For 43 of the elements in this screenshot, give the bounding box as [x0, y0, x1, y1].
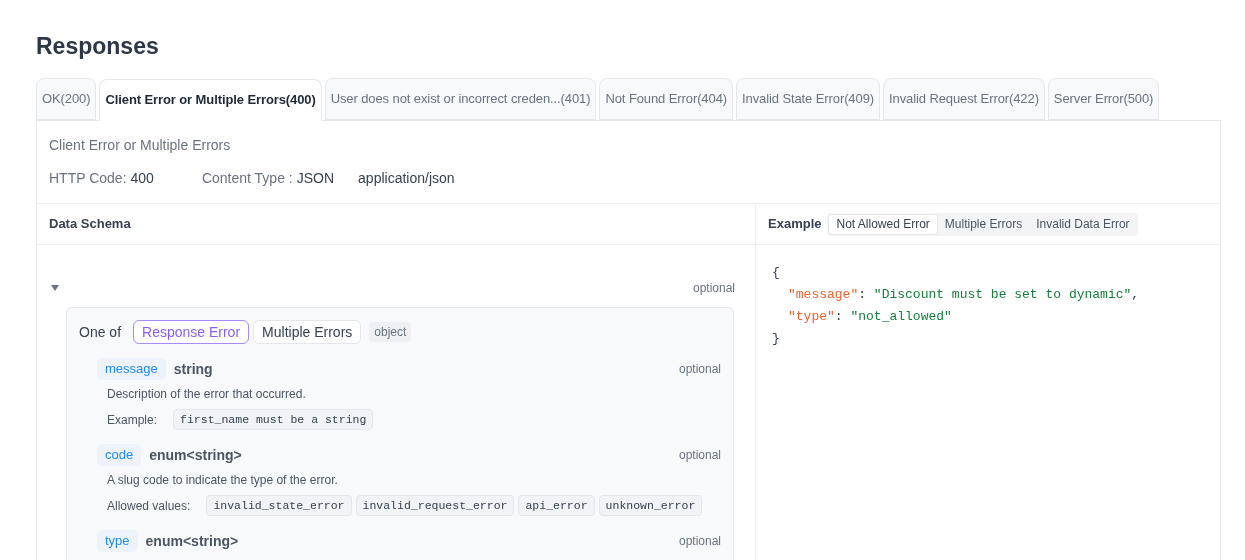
mime-type: application/json: [358, 169, 455, 188]
field-name-badge: message: [97, 358, 166, 380]
allowed-value: unknown_error: [598, 495, 703, 516]
http-code-label: HTTP Code:: [49, 169, 127, 188]
response-tab[interactable]: Invalid Request Error(422): [883, 78, 1045, 120]
response-tab[interactable]: Server Error(500): [1047, 78, 1160, 120]
field-type: enum<string>: [149, 445, 242, 465]
code-sample: { "message": "Discount must be set to dynamic", "type": "not_allowed" }: [771, 264, 1141, 348]
example-tab[interactable]: Not Allowed Error: [828, 213, 938, 235]
http-code-value: 400: [130, 169, 154, 188]
allowed-value: invalid_request_error: [355, 495, 515, 516]
response-tab[interactable]: User does not exist or incorrect creden...(401): [324, 78, 597, 120]
variant-option[interactable]: Response Error: [133, 320, 250, 344]
field-type: string: [173, 359, 213, 379]
panel-header: Example: [768, 215, 822, 234]
optional-label: optional: [692, 280, 735, 297]
field-name-badge: type: [97, 530, 138, 552]
optional-label: optional: [678, 447, 721, 464]
field-name-badge: code: [97, 444, 142, 466]
example-tab[interactable]: Invalid Data Error: [1029, 213, 1137, 235]
panel-header: Data Schema: [49, 215, 131, 234]
field-description: A slug code to indicate the type of the error.: [106, 472, 339, 489]
field-type: enum<string>: [145, 531, 239, 551]
optional-label: optional: [678, 361, 721, 378]
section-title: Responses: [36, 32, 160, 60]
response-tab[interactable]: Client Error or Multiple Errors(400): [99, 79, 322, 121]
allowed-values-label: Allowed values:: [107, 497, 191, 515]
example-label: Example:: [107, 411, 158, 429]
response-tab[interactable]: Invalid State Error(409): [736, 78, 880, 120]
one-of-label: One of: [79, 322, 122, 342]
content-type-label: Content Type :: [201, 169, 293, 188]
type-badge: object: [369, 322, 412, 342]
allowed-value: invalid_state_error: [206, 495, 352, 516]
example-tab[interactable]: Multiple Errors: [937, 213, 1030, 235]
example-value: first_name must be a string: [173, 409, 374, 430]
response-description: Client Error or Multiple Errors: [49, 136, 232, 155]
field-description: Description of the error that occurred.: [106, 386, 307, 403]
response-tab[interactable]: Not Found Error(404): [599, 78, 733, 120]
variant-option[interactable]: Multiple Errors: [253, 320, 362, 344]
content-type-value: JSON: [296, 169, 335, 188]
allowed-value: api_error: [518, 495, 595, 516]
optional-label: optional: [678, 533, 721, 550]
response-tab[interactable]: OK(200): [36, 78, 97, 120]
